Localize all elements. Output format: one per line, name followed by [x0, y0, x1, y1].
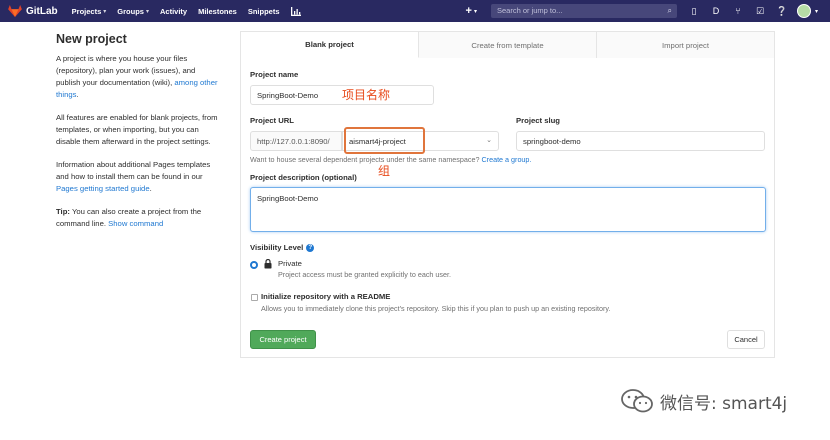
- nav-activity-label: Activity: [159, 6, 188, 16]
- visibility-private-help: Project access must be granted explicitl…: [278, 270, 451, 279]
- project-description-textarea[interactable]: SpringBoot-Demo: [250, 187, 766, 232]
- chevron-down-icon[interactable]: ▾: [815, 8, 818, 15]
- brand[interactable]: GitLab: [8, 5, 72, 17]
- project-name-label: Project name: [250, 70, 299, 79]
- help-icon[interactable]: ❔: [775, 6, 789, 17]
- nav-snippets[interactable]: Snippets: [248, 7, 280, 16]
- new-item-dropdown[interactable]: + ▾: [466, 5, 477, 17]
- chevron-down-icon: ⌄: [486, 137, 492, 144]
- tab-import-project[interactable]: Import project: [597, 32, 774, 58]
- nav-milestones-label: Milestones: [198, 6, 237, 16]
- intro-end: .: [76, 90, 79, 99]
- project-url-label: Project URL: [250, 116, 294, 125]
- todos-sidebar-icon[interactable]: ▯: [687, 6, 701, 17]
- tab-blank-project[interactable]: Blank project: [241, 32, 419, 58]
- create-group-link[interactable]: Create a group.: [481, 155, 531, 164]
- visibility-private-label[interactable]: Private: [278, 259, 302, 268]
- issues-icon[interactable]: D: [709, 6, 723, 16]
- intro-paragraph: A project is where you house your files …: [56, 53, 218, 101]
- namespace-help: Want to house several dependent projects…: [250, 155, 531, 164]
- pages-text: Information about additional Pages templ…: [56, 160, 211, 181]
- cancel-button[interactable]: Cancel: [727, 330, 765, 349]
- top-navbar: GitLab Projects ▾ Groups ▾ Activity Milest…: [0, 0, 830, 22]
- nav-groups-label: Groups: [117, 6, 144, 16]
- visibility-level-label: Visibility Level ?: [250, 243, 315, 252]
- project-name-annotation: 项目名称: [342, 88, 391, 102]
- brand-name: GitLab: [26, 5, 58, 17]
- search-input[interactable]: Search or jump to... ⌕: [490, 4, 677, 18]
- create-project-button[interactable]: Create project: [250, 330, 316, 349]
- project-slug-label: Project slug: [516, 116, 561, 125]
- nav-snippets-label: Snippets: [247, 6, 280, 16]
- tab-create-from-template[interactable]: Create from template: [419, 32, 597, 58]
- show-command-link[interactable]: Show command: [108, 219, 163, 228]
- search-placeholder: Search or jump to...: [496, 6, 563, 15]
- search-icon: ⌕: [667, 6, 672, 15]
- question-circle-icon[interactable]: ?: [306, 243, 315, 252]
- features-paragraph: All features are enabled for blank proje…: [56, 113, 218, 146]
- project-url-prefix: http://127.0.0.1:8090/: [250, 131, 342, 151]
- wechat-icon: [621, 389, 653, 413]
- pages-paragraph: Information about additional Pages templ…: [56, 159, 218, 195]
- project-description-label: Project description (optional): [250, 173, 357, 182]
- namespace-highlight-box: [344, 127, 425, 154]
- pages-guide-link[interactable]: Pages getting started guide: [56, 184, 150, 193]
- project-description-value: SpringBoot-Demo: [257, 194, 319, 203]
- merge-request-icon[interactable]: ⑂: [731, 6, 745, 16]
- visibility-level-text: Visibility Level: [250, 243, 304, 252]
- nav-projects[interactable]: Projects ▾: [72, 7, 107, 16]
- project-slug-input[interactable]: springboot-demo: [516, 131, 765, 151]
- plus-square-icon: +: [465, 5, 472, 17]
- nav-milestones[interactable]: Milestones: [198, 7, 237, 16]
- project-type-tabs: Blank project Create from template Impor…: [240, 31, 775, 59]
- pages-end: .: [149, 184, 152, 193]
- initialize-readme-checkbox[interactable]: [251, 294, 258, 301]
- chevron-down-icon: ▾: [103, 8, 107, 15]
- nav-projects-label: Projects: [71, 6, 102, 16]
- new-project-info: New project A project is where you house…: [56, 31, 218, 241]
- page-title: New project: [56, 32, 127, 46]
- admin-chart-icon[interactable]: [290, 6, 301, 16]
- nav-activity[interactable]: Activity: [160, 7, 187, 16]
- namespace-help-text: Want to house several dependent projects…: [250, 155, 480, 164]
- nav-groups[interactable]: Groups ▾: [117, 7, 149, 16]
- initialize-readme-label[interactable]: Initialize repository with a README: [261, 292, 390, 301]
- tip-paragraph: Tip: You can also create a project from …: [56, 206, 218, 230]
- chevron-down-icon: ▾: [473, 8, 477, 15]
- initialize-readme-help: Allows you to immediately clone this pro…: [261, 304, 611, 313]
- gitlab-logo-icon: [8, 5, 22, 17]
- tip-label: Tip:: [56, 207, 70, 216]
- lock-icon: [264, 259, 272, 269]
- wechat-watermark: 微信号: smart4j: [620, 388, 787, 414]
- todo-check-icon[interactable]: ☑: [753, 6, 767, 17]
- visibility-private-radio[interactable]: [250, 261, 258, 269]
- chevron-down-icon: ▾: [145, 8, 149, 15]
- watermark-text: 微信号: smart4j: [660, 393, 788, 414]
- avatar[interactable]: [796, 4, 811, 18]
- group-annotation: 组: [378, 164, 391, 178]
